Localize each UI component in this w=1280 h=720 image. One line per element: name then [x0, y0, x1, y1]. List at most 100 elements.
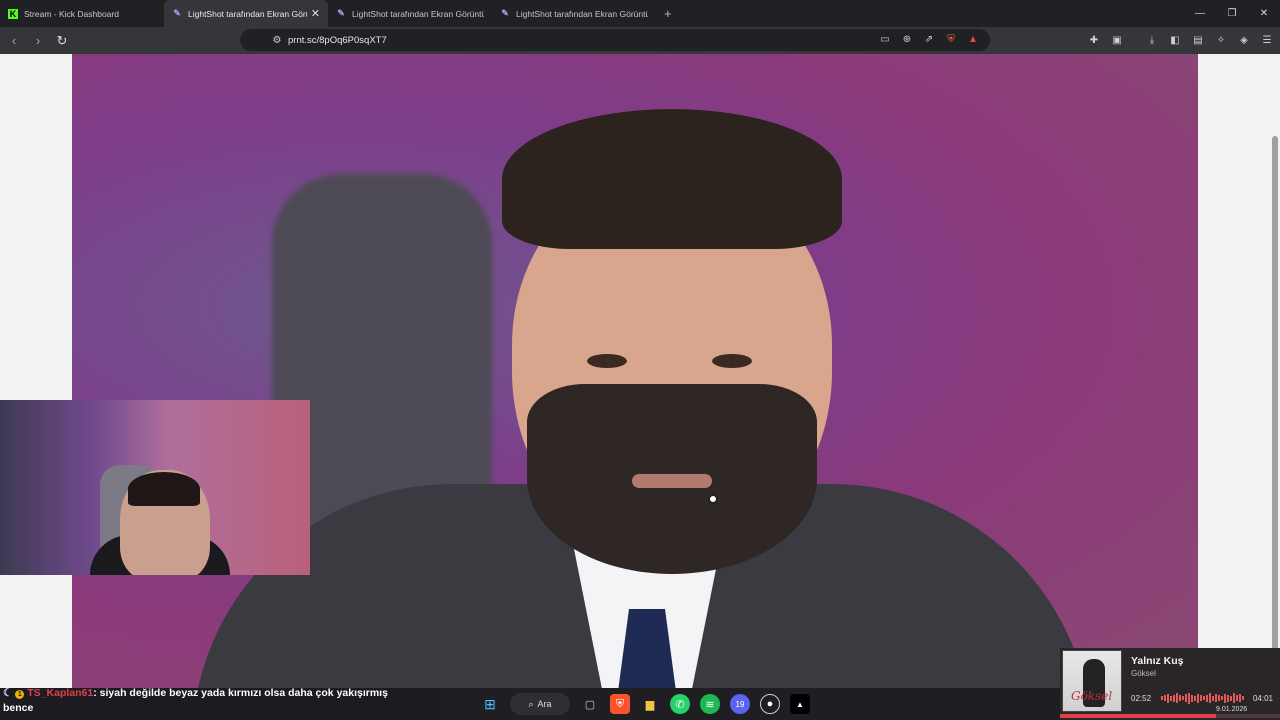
webcam-overlay [0, 400, 310, 575]
download-icon[interactable]: ⤓ [1145, 33, 1159, 47]
song-title: Yalnız Kuş [1131, 655, 1184, 667]
tab-strip: K Stream - Kick Dashboard ✎ LightShot ta… [0, 0, 1280, 27]
windows-taskbar: ⊞ ⌕ Ara ▢ ⛨ ▆ ✆ ≋ 19 ● ▲ [440, 688, 1060, 720]
waveform-bar [1161, 696, 1163, 700]
tab-lightshot-active[interactable]: ✎ LightShot tarafından Ekran Görünt ✕ [164, 0, 328, 27]
reload-icon[interactable]: ↻ [52, 31, 72, 51]
waveform-bar [1242, 696, 1244, 700]
brave-shield-icon[interactable]: ⛨ [944, 32, 958, 46]
chat-text: : siyah değilde beyaz yada kırmızı olsa … [93, 687, 388, 699]
cast-icon[interactable]: ▭ [878, 32, 892, 46]
screenshot-icon[interactable]: ▣ [1110, 33, 1124, 47]
new-tab-icon[interactable]: + [664, 6, 672, 21]
waveform-bar [1188, 692, 1190, 704]
file-explorer-icon[interactable]: ▆ [640, 694, 660, 714]
waveform-bar [1215, 694, 1217, 702]
leo-ai-icon[interactable]: ✧ [1214, 33, 1228, 47]
elapsed-time: 02:52 [1131, 694, 1152, 703]
progress-fill [1060, 714, 1217, 718]
waveform-bar [1176, 693, 1178, 703]
waveform-bar [1206, 694, 1208, 702]
chat-username: TS_Kaplan61 [27, 687, 94, 699]
waveform-bar [1209, 693, 1211, 703]
browser-toolbar: ‹ › ↻ ⚐ ⚙ prnt.sc/8pOq6P0sqXT7 ▭ ⊕ ⇗ ⛨ ▲… [0, 27, 1280, 54]
waveform-bar [1170, 695, 1172, 701]
page-scrollbar[interactable] [1270, 54, 1280, 688]
spotify-icon[interactable]: ≋ [700, 694, 720, 714]
back-icon[interactable]: ‹ [4, 31, 24, 51]
waveform-bar [1185, 694, 1187, 702]
brave-rewards-icon[interactable]: ▲ [966, 32, 980, 46]
waveform-bar [1221, 696, 1223, 700]
eye-right [712, 354, 752, 368]
forward-icon[interactable]: › [28, 31, 48, 51]
waveform-bar [1233, 693, 1235, 703]
waveform-bar [1239, 694, 1241, 702]
hair [502, 109, 842, 249]
close-window-icon[interactable]: ✕ [1248, 0, 1280, 27]
clock-date: 9.01.2026 [1216, 706, 1248, 713]
search-label: Ara [537, 699, 552, 709]
tab-title: LightShot tarafından Ekran Görüntüsü [352, 8, 484, 19]
restore-icon[interactable]: ❐ [1216, 0, 1248, 27]
windows-start-icon[interactable]: ⊞ [480, 694, 500, 714]
chat-message: ☾ 1 TS_Kaplan61: siyah değilde beyaz yad… [0, 686, 440, 720]
tab-title: LightShot tarafından Ekran Görüntüsü [516, 8, 648, 19]
album-cover: Göksel [1062, 650, 1122, 712]
extensions-icon[interactable]: ✚ [1087, 33, 1101, 47]
taskbar-search[interactable]: ⌕ Ara [510, 693, 570, 715]
vpn-icon[interactable]: ◈ [1237, 33, 1251, 47]
window-controls: — ❐ ✕ [1184, 0, 1280, 27]
zoom-cursor-icon [708, 494, 718, 504]
tab-lightshot-3[interactable]: ✎ LightShot tarafından Ekran Görüntüsü [492, 0, 656, 27]
album-signature: Göksel [1071, 689, 1113, 703]
address-bar[interactable]: ⚙ prnt.sc/8pOq6P0sqXT7 ▭ ⊕ ⇗ ⛨ ▲ [240, 29, 990, 51]
waveform-bar [1173, 694, 1175, 702]
song-artist: Göksel [1131, 669, 1156, 678]
waveform-bar [1224, 693, 1226, 703]
moon-icon: ☾ [3, 687, 13, 699]
waveform-bar [1197, 693, 1199, 703]
search-icon: ⌕ [528, 698, 534, 709]
wallet-icon[interactable]: ▤ [1191, 33, 1205, 47]
scrollbar-thumb[interactable] [1272, 136, 1278, 684]
screenshot-image[interactable] [72, 54, 1198, 688]
site-info-icon[interactable]: ⚙ [270, 33, 284, 47]
waveform-bar [1212, 695, 1214, 701]
extensions-area: ✚ ▣ ⤓ ◧ ▤ ✧ ◈ ☰ [1087, 33, 1274, 47]
waveform-bar [1182, 696, 1184, 700]
minimize-icon[interactable]: — [1184, 0, 1216, 27]
url-text: prnt.sc/8pOq6P0sqXT7 [288, 34, 387, 46]
task-view-icon[interactable]: ▢ [580, 694, 600, 714]
waveform-bar [1236, 695, 1238, 701]
progress-bar [1060, 714, 1280, 718]
brave-browser-icon[interactable]: ⛨ [610, 694, 630, 714]
lightshot-icon: ✎ [337, 8, 345, 18]
waveform-bar [1179, 695, 1181, 701]
waveform-bar [1191, 694, 1193, 702]
menu-icon[interactable]: ☰ [1260, 33, 1274, 47]
waveform [1161, 692, 1246, 704]
whatsapp-icon[interactable]: ✆ [670, 694, 690, 714]
waveform-bar [1167, 693, 1169, 703]
address-bar-actions: ▭ ⊕ ⇗ ⛨ ▲ [878, 32, 980, 46]
zoom-icon[interactable]: ⊕ [900, 32, 914, 46]
webcam-hair [128, 472, 200, 506]
kick-icon: K [8, 8, 18, 19]
tab-lightshot-2[interactable]: ✎ LightShot tarafından Ekran Görüntüsü [328, 0, 492, 27]
eye-left [587, 354, 627, 368]
mouth [632, 474, 712, 488]
close-tab-icon[interactable]: ✕ [311, 7, 320, 20]
obs-icon[interactable]: ● [760, 694, 780, 714]
tab-title: LightShot tarafından Ekran Görünt [188, 8, 307, 19]
sidebar-icon[interactable]: ◧ [1168, 33, 1182, 47]
waveform-bar [1194, 695, 1196, 701]
waveform-bar [1164, 695, 1166, 701]
app-icon[interactable]: ▲ [790, 694, 810, 714]
tab-title: Stream - Kick Dashboard [24, 8, 119, 19]
page-content [0, 54, 1280, 688]
tab-kick-dashboard[interactable]: K Stream - Kick Dashboard [0, 0, 164, 27]
share-icon[interactable]: ⇗ [922, 32, 936, 46]
discord-icon[interactable]: 19 [730, 694, 750, 714]
waveform-bar [1218, 695, 1220, 701]
